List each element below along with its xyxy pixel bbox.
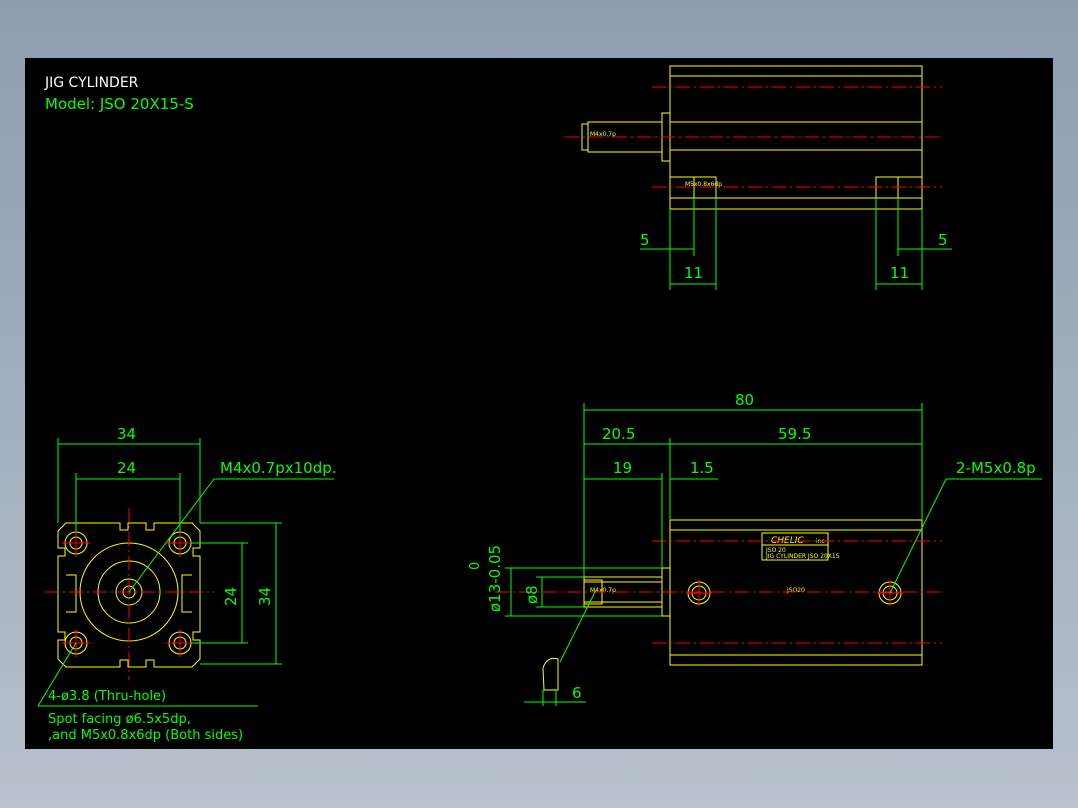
body-mark: JSO20: [786, 587, 805, 594]
end-dim-hole-spacing-w: 24: [117, 459, 136, 477]
top-view: M4x0.7p M5x0.8x6dp 5 11 5 11: [565, 65, 952, 290]
top-port-label: M4x0.7p: [590, 131, 616, 138]
drawing-title: JIG CYLINDER: [44, 75, 139, 91]
side-view: CHELIC inc JSO 20 JIG CYLINDER JSO 20X15…: [468, 391, 1042, 706]
end-dim-overall-width: 34: [117, 425, 136, 443]
top-dim-left-len: 11: [684, 264, 703, 282]
side-dim-collar: 1.5: [690, 459, 714, 477]
top-dim-left-small: 5: [640, 231, 650, 249]
side-dim-bore-diameter: ø8: [523, 585, 541, 604]
side-rod-label: M4x0.7p: [590, 587, 616, 594]
side-mount-callout: 2-M5x0.8p: [956, 459, 1036, 477]
end-view: 34 24 24 34 M4x0.7px10dp. 4-ø3.8 (Thru-h…: [37, 425, 337, 743]
side-dim-rod-section: 20.5: [602, 425, 635, 443]
top-dim-right-small: 5: [938, 231, 948, 249]
wrench-flat-detail: [542, 657, 559, 691]
cad-drawing: JIG CYLINDER Model: JSO 20X15-S M4x0.7p …: [37, 65, 1042, 743]
end-dim-overall-height: 34: [256, 587, 274, 606]
top-dim-right-len: 11: [890, 264, 909, 282]
side-dim-rod-tol: 0: [468, 562, 483, 570]
side-dim-body-length: 59.5: [778, 425, 811, 443]
plate-line-2: JIG CYLINDER JSO 20X15: [765, 553, 840, 560]
side-dim-rod-diameter: ø13-0.05: [486, 545, 504, 612]
side-dim-wrench-flat: 6: [572, 684, 582, 702]
model-label: Model: JSO 20X15-S: [45, 95, 194, 113]
side-dim-overall-length: 80: [735, 391, 754, 409]
end-hole-note-2: Spot facing ø6.5x5dp,: [48, 712, 191, 727]
top-mount-label: M5x0.8x6dp: [685, 181, 722, 188]
end-dim-hole-spacing-h: 24: [222, 587, 240, 606]
end-hole-note-3: ,and M5x0.8x6dp (Both sides): [48, 728, 243, 743]
side-dim-rod-extension: 19: [613, 459, 632, 477]
end-thread-callout: M4x0.7px10dp.: [220, 459, 337, 477]
end-hole-note-1: 4-ø3.8 (Thru-hole): [48, 689, 166, 704]
